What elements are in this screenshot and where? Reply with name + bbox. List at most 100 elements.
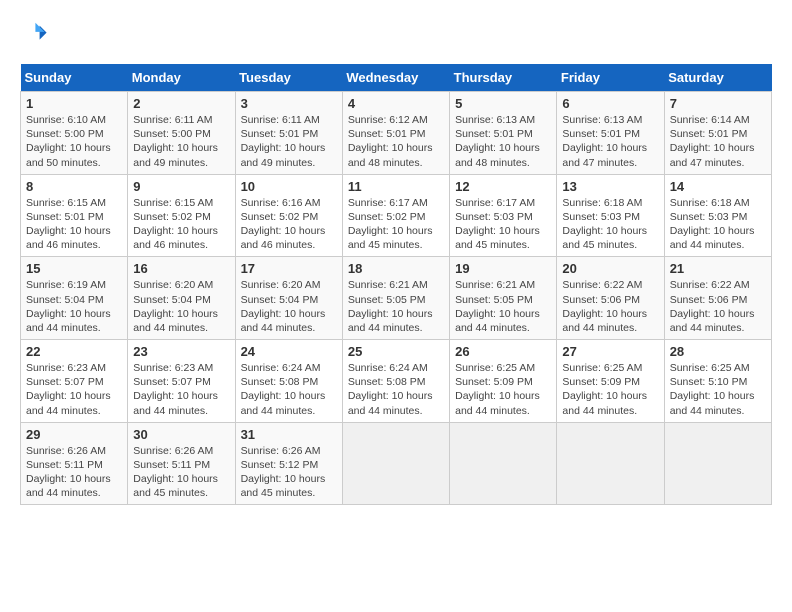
calendar-cell: 20 Sunrise: 6:22 AM Sunset: 5:06 PM Dayli…	[557, 257, 664, 340]
calendar-cell	[664, 422, 771, 505]
calendar-cell: 15Sunrise: 6:19 AM Sunset: 5:04 PM Dayli…	[21, 257, 128, 340]
day-info: Sunrise: 6:13 AM Sunset: 5:01 PM Dayligh…	[455, 113, 551, 170]
calendar-week-row: 8 Sunrise: 6:15 AM Sunset: 5:01 PM Daylig…	[21, 174, 772, 257]
day-info: Sunrise: 6:25 AM Sunset: 5:09 PM Dayligh…	[562, 361, 658, 418]
calendar-header-row: SundayMondayTuesdayWednesdayThursdayFrid…	[21, 64, 772, 92]
calendar-cell: 28 Sunrise: 6:25 AM Sunset: 5:10 PM Dayli…	[664, 340, 771, 423]
day-info: Sunrise: 6:20 AM Sunset: 5:04 PM Dayligh…	[133, 278, 229, 335]
page-header	[20, 20, 772, 48]
day-info: Sunrise: 6:17 AM Sunset: 5:03 PM Dayligh…	[455, 196, 551, 253]
calendar-cell: 24 Sunrise: 6:24 AM Sunset: 5:08 PM Dayli…	[235, 340, 342, 423]
day-info: Sunrise: 6:11 AM Sunset: 5:00 PM Dayligh…	[133, 113, 229, 170]
calendar-cell: 11 Sunrise: 6:17 AM Sunset: 5:02 PM Dayli…	[342, 174, 449, 257]
calendar-cell: 8 Sunrise: 6:15 AM Sunset: 5:01 PM Daylig…	[21, 174, 128, 257]
calendar-cell: 21Sunrise: 6:22 AM Sunset: 5:06 PM Dayli…	[664, 257, 771, 340]
day-number: 7	[670, 96, 766, 111]
day-info: Sunrise: 6:25 AM Sunset: 5:10 PM Dayligh…	[670, 361, 766, 418]
calendar-week-row: 29 Sunrise: 6:26 AM Sunset: 5:11 PM Dayli…	[21, 422, 772, 505]
calendar-cell: 7 Sunrise: 6:14 AM Sunset: 5:01 PM Daylig…	[664, 92, 771, 175]
day-info: Sunrise: 6:15 AM Sunset: 5:01 PM Dayligh…	[26, 196, 122, 253]
day-number: 13	[562, 179, 658, 194]
day-info: Sunrise: 6:23 AM Sunset: 5:07 PM Dayligh…	[133, 361, 229, 418]
day-number: 14	[670, 179, 766, 194]
calendar-cell: 22Sunrise: 6:23 AM Sunset: 5:07 PM Dayli…	[21, 340, 128, 423]
day-number: 2	[133, 96, 229, 111]
calendar-cell: 29Sunrise: 6:26 AM Sunset: 5:11 PM Dayli…	[21, 422, 128, 505]
day-info: Sunrise: 6:21 AM Sunset: 5:05 PM Dayligh…	[455, 278, 551, 335]
day-number: 27	[562, 344, 658, 359]
day-header-thursday: Thursday	[450, 64, 557, 92]
day-number: 30	[133, 427, 229, 442]
day-number: 11	[348, 179, 444, 194]
day-header-friday: Friday	[557, 64, 664, 92]
calendar-body: 1 Sunrise: 6:10 AM Sunset: 5:00 PM Daylig…	[21, 92, 772, 505]
day-number: 4	[348, 96, 444, 111]
day-info: Sunrise: 6:12 AM Sunset: 5:01 PM Dayligh…	[348, 113, 444, 170]
calendar-cell: 4 Sunrise: 6:12 AM Sunset: 5:01 PM Daylig…	[342, 92, 449, 175]
calendar-cell	[342, 422, 449, 505]
day-number: 8	[26, 179, 122, 194]
day-info: Sunrise: 6:10 AM Sunset: 5:00 PM Dayligh…	[26, 113, 122, 170]
calendar-cell: 26 Sunrise: 6:25 AM Sunset: 5:09 PM Dayli…	[450, 340, 557, 423]
calendar-cell: 6Sunrise: 6:13 AM Sunset: 5:01 PM Daylig…	[557, 92, 664, 175]
day-number: 3	[241, 96, 337, 111]
day-info: Sunrise: 6:26 AM Sunset: 5:11 PM Dayligh…	[133, 444, 229, 501]
day-number: 28	[670, 344, 766, 359]
day-number: 21	[670, 261, 766, 276]
calendar-cell	[450, 422, 557, 505]
day-info: Sunrise: 6:21 AM Sunset: 5:05 PM Dayligh…	[348, 278, 444, 335]
day-header-monday: Monday	[128, 64, 235, 92]
calendar-cell: 16Sunrise: 6:20 AM Sunset: 5:04 PM Dayli…	[128, 257, 235, 340]
day-info: Sunrise: 6:18 AM Sunset: 5:03 PM Dayligh…	[562, 196, 658, 253]
day-number: 6	[562, 96, 658, 111]
day-number: 1	[26, 96, 122, 111]
calendar-week-row: 15Sunrise: 6:19 AM Sunset: 5:04 PM Dayli…	[21, 257, 772, 340]
calendar-cell: 25 Sunrise: 6:24 AM Sunset: 5:08 PM Dayli…	[342, 340, 449, 423]
day-info: Sunrise: 6:11 AM Sunset: 5:01 PM Dayligh…	[241, 113, 337, 170]
day-info: Sunrise: 6:25 AM Sunset: 5:09 PM Dayligh…	[455, 361, 551, 418]
calendar-week-row: 1 Sunrise: 6:10 AM Sunset: 5:00 PM Daylig…	[21, 92, 772, 175]
calendar-cell: 14 Sunrise: 6:18 AM Sunset: 5:03 PM Dayli…	[664, 174, 771, 257]
calendar-table: SundayMondayTuesdayWednesdayThursdayFrid…	[20, 64, 772, 505]
calendar-cell: 10 Sunrise: 6:16 AM Sunset: 5:02 PM Dayli…	[235, 174, 342, 257]
day-info: Sunrise: 6:26 AM Sunset: 5:12 PM Dayligh…	[241, 444, 337, 501]
day-number: 24	[241, 344, 337, 359]
calendar-cell: 9 Sunrise: 6:15 AM Sunset: 5:02 PM Daylig…	[128, 174, 235, 257]
day-header-sunday: Sunday	[21, 64, 128, 92]
day-info: Sunrise: 6:17 AM Sunset: 5:02 PM Dayligh…	[348, 196, 444, 253]
day-info: Sunrise: 6:24 AM Sunset: 5:08 PM Dayligh…	[241, 361, 337, 418]
calendar-cell: 2 Sunrise: 6:11 AM Sunset: 5:00 PM Daylig…	[128, 92, 235, 175]
calendar-cell: 17Sunrise: 6:20 AM Sunset: 5:04 PM Dayli…	[235, 257, 342, 340]
calendar-week-row: 22Sunrise: 6:23 AM Sunset: 5:07 PM Dayli…	[21, 340, 772, 423]
calendar-cell: 5 Sunrise: 6:13 AM Sunset: 5:01 PM Daylig…	[450, 92, 557, 175]
day-number: 26	[455, 344, 551, 359]
day-info: Sunrise: 6:16 AM Sunset: 5:02 PM Dayligh…	[241, 196, 337, 253]
calendar-cell: 18 Sunrise: 6:21 AM Sunset: 5:05 PM Dayli…	[342, 257, 449, 340]
day-number: 9	[133, 179, 229, 194]
day-info: Sunrise: 6:22 AM Sunset: 5:06 PM Dayligh…	[562, 278, 658, 335]
calendar-cell: 27 Sunrise: 6:25 AM Sunset: 5:09 PM Dayli…	[557, 340, 664, 423]
day-info: Sunrise: 6:14 AM Sunset: 5:01 PM Dayligh…	[670, 113, 766, 170]
logo-icon	[20, 20, 48, 48]
day-number: 12	[455, 179, 551, 194]
day-number: 29	[26, 427, 122, 442]
day-info: Sunrise: 6:23 AM Sunset: 5:07 PM Dayligh…	[26, 361, 122, 418]
day-number: 20	[562, 261, 658, 276]
day-number: 5	[455, 96, 551, 111]
day-number: 18	[348, 261, 444, 276]
day-info: Sunrise: 6:24 AM Sunset: 5:08 PM Dayligh…	[348, 361, 444, 418]
day-number: 17	[241, 261, 337, 276]
day-info: Sunrise: 6:15 AM Sunset: 5:02 PM Dayligh…	[133, 196, 229, 253]
day-number: 25	[348, 344, 444, 359]
day-number: 23	[133, 344, 229, 359]
day-number: 10	[241, 179, 337, 194]
day-info: Sunrise: 6:18 AM Sunset: 5:03 PM Dayligh…	[670, 196, 766, 253]
calendar-cell: 12 Sunrise: 6:17 AM Sunset: 5:03 PM Dayli…	[450, 174, 557, 257]
day-header-tuesday: Tuesday	[235, 64, 342, 92]
calendar-cell: 13 Sunrise: 6:18 AM Sunset: 5:03 PM Dayli…	[557, 174, 664, 257]
day-header-saturday: Saturday	[664, 64, 771, 92]
day-info: Sunrise: 6:19 AM Sunset: 5:04 PM Dayligh…	[26, 278, 122, 335]
calendar-cell: 19Sunrise: 6:21 AM Sunset: 5:05 PM Dayli…	[450, 257, 557, 340]
calendar-cell: 31Sunrise: 6:26 AM Sunset: 5:12 PM Dayli…	[235, 422, 342, 505]
calendar-cell: 1 Sunrise: 6:10 AM Sunset: 5:00 PM Daylig…	[21, 92, 128, 175]
